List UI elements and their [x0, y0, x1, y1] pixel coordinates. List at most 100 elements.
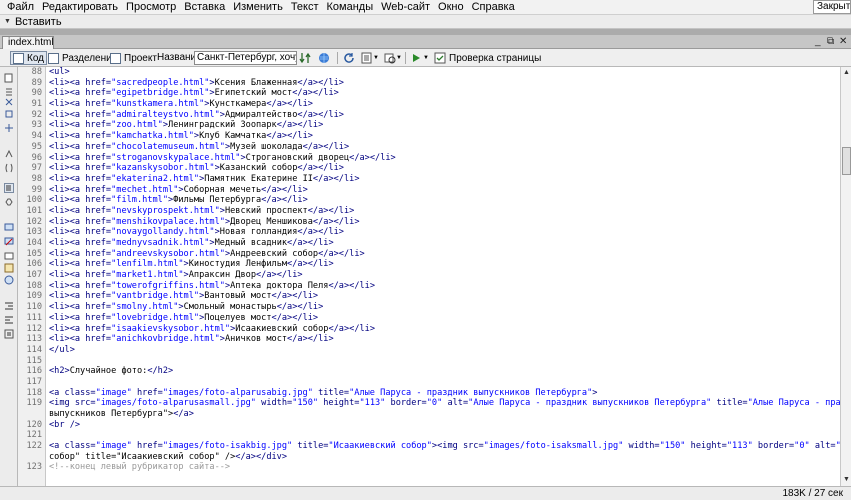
- code-line[interactable]: <li><a href="mednyvsadnik.html">Медный в…: [46, 238, 840, 249]
- code-line[interactable]: <li><a href="novaygollandy.html">Новая г…: [46, 227, 840, 238]
- coding-toolbar: [0, 67, 18, 486]
- code-line[interactable]: <li><a href="vantbridge.html">Вантовый м…: [46, 291, 840, 302]
- remove-comment-icon[interactable]: [4, 237, 14, 247]
- code-line[interactable]: <!--конец левый рубрикатор сайта-->: [46, 462, 840, 473]
- code-line[interactable]: <li><a href="lenfilm.html">Киностудия Ле…: [46, 259, 840, 270]
- restore-icon[interactable]: ⧉: [827, 36, 834, 48]
- menu-bar: Файл Редактировать Просмотр Вставка Изме…: [0, 0, 851, 15]
- code-line[interactable]: <br />: [46, 420, 840, 431]
- code-line[interactable]: </ul>: [46, 345, 840, 356]
- page-title-input[interactable]: Санкт-Петербург, хочу в Пи: [194, 51, 297, 65]
- expand-all-icon[interactable]: [4, 123, 14, 133]
- line-number: 99: [31, 184, 42, 195]
- code-line[interactable]: <li><a href="kamchatka.html">Клуб Камчат…: [46, 131, 840, 142]
- recent-snippets-icon[interactable]: [4, 263, 14, 273]
- code-view-button[interactable]: Код: [10, 51, 48, 65]
- code-line[interactable]: <a class="image" href="images/foto-alpar…: [46, 388, 840, 399]
- collapse-full-tag-icon[interactable]: [4, 97, 14, 107]
- line-number: 103: [26, 227, 42, 238]
- open-documents-icon[interactable]: [4, 73, 14, 83]
- collapse-selection-icon[interactable]: [4, 109, 14, 119]
- refresh-button[interactable]: [342, 51, 356, 65]
- scrollbar-thumb[interactable]: [842, 147, 851, 175]
- close-document-icon[interactable]: ✕: [839, 36, 847, 48]
- code-line[interactable]: <li><a href="lovebridge.html">Поцелуев м…: [46, 313, 840, 324]
- scroll-down-icon[interactable]: ▼: [842, 475, 851, 484]
- wrap-tag-icon[interactable]: [4, 251, 14, 261]
- menu-window[interactable]: Окно: [434, 0, 468, 14]
- code-line[interactable]: [46, 356, 840, 367]
- close-button[interactable]: Закрыть: [813, 0, 851, 14]
- menu-file[interactable]: Файл: [3, 0, 38, 14]
- code-line[interactable]: <li><a href="anichkovbridge.html">Аничко…: [46, 334, 840, 345]
- code-line[interactable]: <li><a href="ekaterina2.html">Памятник Е…: [46, 174, 840, 185]
- code-line[interactable]: <li><a href="admiralteystvo.html">Адмира…: [46, 110, 840, 121]
- menu-site[interactable]: Web-сайт: [377, 0, 434, 14]
- code-line[interactable]: <ul>: [46, 67, 840, 78]
- outdent-code-icon[interactable]: [4, 315, 14, 325]
- minimize-icon[interactable]: _: [815, 36, 821, 48]
- split-view-icon: [48, 52, 59, 64]
- menu-modify[interactable]: Изменить: [229, 0, 287, 14]
- code-line[interactable]: <li><a href="mechet.html">Соборная мечет…: [46, 185, 840, 196]
- vertical-scrollbar[interactable]: ▲ ▼: [840, 67, 851, 486]
- visual-aids-button[interactable]: ▼: [383, 51, 403, 65]
- code-line[interactable]: выпускников Петербурга"></a>: [46, 409, 840, 420]
- code-line[interactable]: <li><a href="andreevskysobor.html">Андре…: [46, 249, 840, 260]
- validate-markup-button[interactable]: ▼: [410, 51, 430, 65]
- code-line[interactable]: собор" title="Исаакиевский собор" /></a>…: [46, 452, 840, 463]
- line-numbers-icon[interactable]: [4, 183, 14, 193]
- code-line[interactable]: <h2>Случайное фото:</h2>: [46, 366, 840, 377]
- code-line[interactable]: <li><a href="isaakievskysobor.html">Исаа…: [46, 324, 840, 335]
- code-line[interactable]: <li><a href="towerofgriffins.html">Аптек…: [46, 281, 840, 292]
- line-number: 89: [31, 77, 42, 88]
- line-number: 102: [26, 216, 42, 227]
- view-options-button[interactable]: ▼: [360, 51, 380, 65]
- highlight-invalid-code-icon[interactable]: [4, 197, 14, 207]
- code-editor[interactable]: <ul> <li><a href="sacredpeople.html">Ксен…: [46, 67, 840, 486]
- code-line[interactable]: <li><a href="menshikovpalace.html">Дворе…: [46, 217, 840, 228]
- format-source-code-icon[interactable]: [4, 329, 14, 339]
- line-number: 95: [31, 141, 42, 152]
- code-line[interactable]: <img src="images/foto-alparusasmall.jpg"…: [46, 398, 840, 409]
- menu-view[interactable]: Просмотр: [122, 0, 180, 14]
- code-line[interactable]: <li><a href="sacredpeople.html">Ксения Б…: [46, 78, 840, 89]
- code-line[interactable]: [46, 430, 840, 441]
- code-line[interactable]: <li><a href="market1.html">Апраксин Двор…: [46, 270, 840, 281]
- code-line[interactable]: <li><a href="chocolatemuseum.html">Музей…: [46, 142, 840, 153]
- document-tab[interactable]: index.html: [2, 36, 54, 49]
- code-line[interactable]: <li><a href="nevskyprospekt.html">Невски…: [46, 206, 840, 217]
- line-number: 104: [26, 238, 42, 248]
- move-css-icon[interactable]: [4, 275, 14, 285]
- indent-code-icon[interactable]: [4, 301, 14, 311]
- balance-braces-icon[interactable]: [4, 163, 14, 173]
- apply-comment-icon[interactable]: [4, 223, 14, 233]
- status-bar: 183K / 27 сек: [0, 486, 851, 500]
- insert-panel-bar[interactable]: ▼ Вставить: [0, 15, 851, 29]
- line-number: 92: [31, 109, 42, 120]
- code-line[interactable]: <li><a href="zoo.html">Ленинградский Зоо…: [46, 120, 840, 131]
- menu-text[interactable]: Текст: [287, 0, 323, 14]
- preview-browser-button[interactable]: [317, 51, 331, 65]
- menu-help[interactable]: Справка: [468, 0, 519, 14]
- code-line[interactable]: <li><a href="kazanskysobor.html">Казанск…: [46, 163, 840, 174]
- file-management-button[interactable]: [298, 51, 312, 65]
- line-number: 98: [31, 173, 42, 184]
- menu-edit[interactable]: Редактировать: [38, 0, 122, 14]
- line-number: 100: [26, 195, 42, 206]
- show-code-navigator-icon[interactable]: [4, 87, 14, 97]
- code-line[interactable]: <li><a href="film.html">Фильмы Петербург…: [46, 195, 840, 206]
- code-line[interactable]: <li><a href="egipetbridge.html">Египетск…: [46, 88, 840, 99]
- menu-insert[interactable]: Вставка: [180, 0, 229, 14]
- code-line[interactable]: <li><a href="smolny.html">Смольный монас…: [46, 302, 840, 313]
- menu-commands[interactable]: Команды: [323, 0, 378, 14]
- code-line[interactable]: [46, 377, 840, 388]
- select-parent-tag-icon[interactable]: [4, 149, 14, 159]
- code-line[interactable]: <a class="image" href="images/foto-isakb…: [46, 441, 840, 452]
- scroll-up-icon[interactable]: ▲: [842, 68, 851, 77]
- code-line[interactable]: <li><a href="kunstkamera.html">Кунсткаме…: [46, 99, 840, 110]
- code-line[interactable]: <li><a href="stroganovskypalace.html">Ст…: [46, 153, 840, 164]
- line-number: 93: [31, 120, 42, 131]
- design-view-button[interactable]: Проект: [107, 51, 160, 65]
- check-page-button[interactable]: Проверка страницы: [431, 51, 544, 65]
